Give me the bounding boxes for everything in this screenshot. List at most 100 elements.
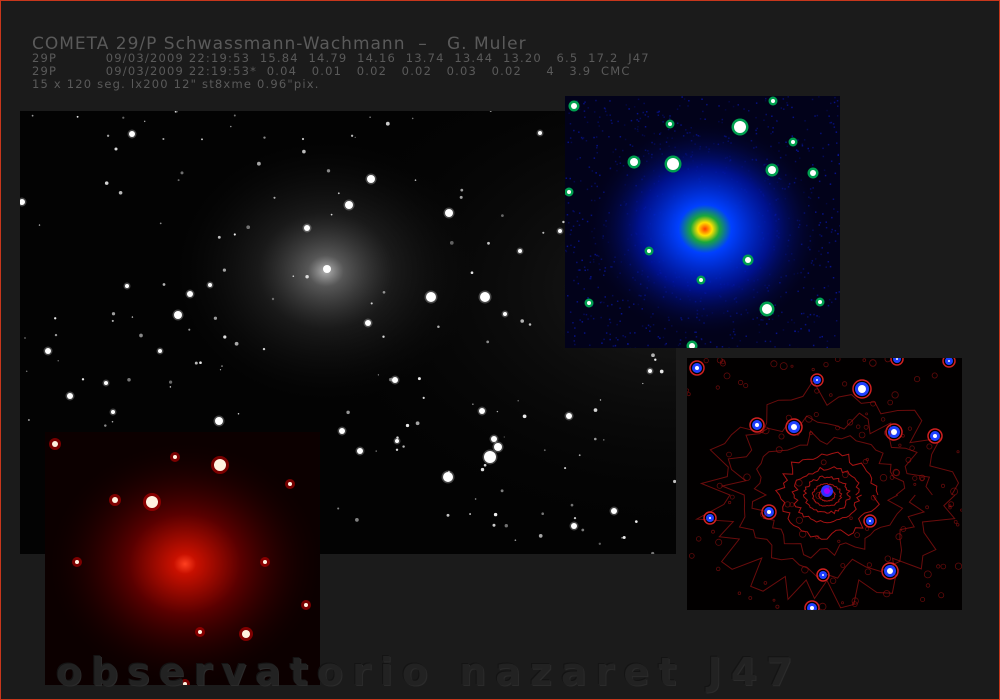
star <box>168 380 173 384</box>
noise-contour <box>901 434 905 438</box>
star <box>630 158 638 166</box>
star <box>500 489 504 493</box>
star <box>734 121 746 133</box>
star <box>330 213 333 216</box>
noise-contour <box>909 445 915 451</box>
star <box>647 249 651 253</box>
star <box>262 347 266 351</box>
comet-coma <box>45 439 320 685</box>
star <box>414 179 417 181</box>
star <box>146 496 158 508</box>
star <box>246 225 251 230</box>
star <box>542 231 545 234</box>
star <box>75 560 79 564</box>
star <box>118 191 123 195</box>
star <box>810 170 816 176</box>
star <box>292 275 295 277</box>
star <box>370 302 373 305</box>
noise-contour <box>763 581 768 585</box>
star <box>392 377 398 383</box>
noise-contour <box>954 562 962 570</box>
noise-contour <box>689 553 695 559</box>
star <box>642 382 644 385</box>
noise-contour <box>865 526 870 531</box>
noise-contour <box>743 383 749 389</box>
noise-contour <box>779 362 788 371</box>
star <box>233 233 236 236</box>
star <box>858 385 866 393</box>
noise-contour <box>829 577 837 584</box>
noise-contour <box>940 483 946 489</box>
noise-contour <box>880 417 886 422</box>
noise-contour <box>840 563 846 568</box>
star <box>302 149 306 154</box>
star <box>447 470 450 473</box>
star <box>169 386 172 388</box>
star <box>215 417 223 425</box>
star <box>104 424 107 427</box>
star <box>158 349 162 353</box>
star <box>422 396 425 399</box>
star <box>162 137 165 141</box>
star <box>470 271 474 275</box>
star <box>301 137 305 141</box>
star <box>375 450 377 452</box>
noise-contour <box>912 475 918 481</box>
star <box>654 358 657 361</box>
star <box>217 235 221 239</box>
noise-contour <box>938 592 945 599</box>
star <box>571 103 577 109</box>
noise-contour <box>790 364 794 368</box>
star <box>469 513 472 515</box>
noise-contour <box>891 391 899 399</box>
star <box>522 414 527 419</box>
star <box>791 140 795 144</box>
star <box>570 503 574 507</box>
star <box>219 369 222 371</box>
star <box>114 147 118 151</box>
noise-contour <box>748 596 753 600</box>
noise-contour <box>818 602 827 610</box>
star <box>493 512 498 517</box>
star <box>346 410 350 415</box>
noise-contour <box>884 358 891 363</box>
noise-contour <box>772 598 776 602</box>
star <box>122 116 125 119</box>
photometry-line-1: 29P 09/03/2009 22:19:53 15.84 14.79 14.1… <box>32 51 650 65</box>
star <box>504 524 508 528</box>
noise-contour <box>862 358 867 362</box>
star <box>180 171 184 175</box>
star <box>45 348 51 354</box>
star <box>213 316 218 320</box>
star <box>139 333 143 338</box>
star <box>437 325 440 329</box>
noise-contour <box>723 372 731 380</box>
star <box>54 317 57 320</box>
star <box>396 436 399 439</box>
equipment-line: 15 x 120 seg. lx200 12" st8xme 0.96"pix. <box>32 77 320 91</box>
star <box>57 360 59 362</box>
star <box>177 179 180 182</box>
star <box>767 510 771 514</box>
noise-contour <box>785 414 792 421</box>
star <box>350 134 354 137</box>
star <box>111 410 115 414</box>
star <box>411 117 414 120</box>
star <box>385 121 390 126</box>
star <box>345 201 353 209</box>
star <box>503 312 507 316</box>
star <box>369 116 371 118</box>
red-false-color-image <box>45 432 320 685</box>
star <box>443 472 453 482</box>
isophote-contour-image <box>687 358 962 610</box>
star <box>104 381 108 385</box>
watermark: observatorio nazaret J47 <box>56 650 802 694</box>
noise-contour <box>687 388 690 393</box>
noise-contour <box>729 494 735 500</box>
star <box>810 606 814 610</box>
star <box>194 361 198 365</box>
noise-contour <box>795 516 804 524</box>
noise-contour <box>898 443 902 447</box>
noise-contour <box>795 479 803 487</box>
star <box>472 403 474 405</box>
